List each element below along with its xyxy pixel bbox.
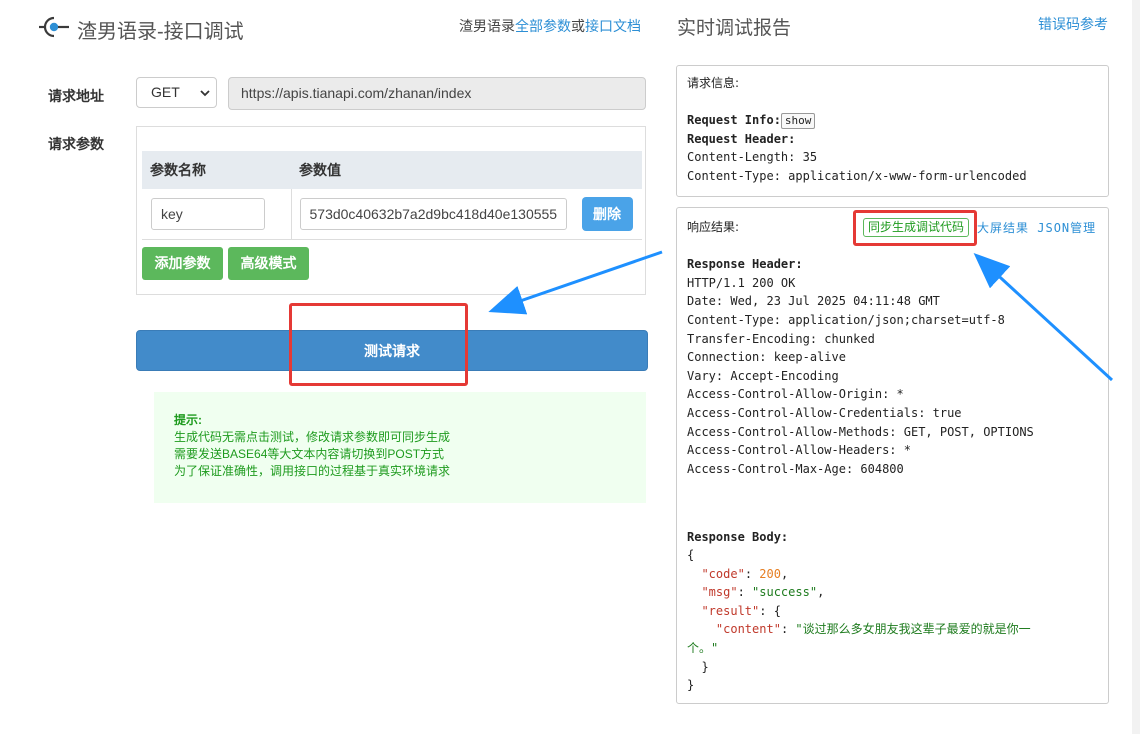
url-label: 请求地址 xyxy=(48,88,104,104)
tip-line: 需要发送BASE64等大文本内容请切换到POST方式 xyxy=(174,447,445,461)
delete-param-button[interactable]: 删除 xyxy=(581,196,633,231)
header-links: 渣男语录全部参数或接口文档 xyxy=(459,16,641,36)
tip-line: 为了保证准确性，调用接口的过程基于真实环境请求 xyxy=(174,464,451,478)
tips-title: 提示: xyxy=(174,413,202,427)
api-logo-icon xyxy=(39,16,69,38)
response-panel: 响应结果: 同步生成调试代码 大屏结果 JSON管理 Response Head… xyxy=(676,207,1109,704)
json-val-content: "谈过那么多女朋友我这辈子最爱的就是你一 xyxy=(795,622,1031,637)
api-doc-link[interactable]: 接口文档 xyxy=(585,18,641,34)
response-header-line: Access-Control-Max-Age: 604800 xyxy=(687,461,904,476)
request-header-line: Content-Length: 35 xyxy=(687,150,818,165)
error-codes-link[interactable]: 错误码参考 xyxy=(1038,14,1108,34)
response-header-line: Access-Control-Allow-Headers: * xyxy=(687,443,911,458)
method-select[interactable]: GET xyxy=(136,77,217,108)
chevron-down-icon xyxy=(200,90,210,97)
page-title: 渣男语录-接口调试 xyxy=(77,21,244,43)
header-links-prefix: 渣男语录 xyxy=(459,18,515,34)
response-header-line: Access-Control-Allow-Methods: GET, POST,… xyxy=(687,424,1034,439)
request-info-label: Request Info: xyxy=(687,113,781,128)
tip-line: 生成代码无需点击测试，修改请求参数即可同步生成 xyxy=(174,430,451,444)
tips-box: 提示: 生成代码无需点击测试，修改请求参数即可同步生成 需要发送BASE64等大… xyxy=(154,392,646,503)
response-tool-links: 大屏结果 JSON管理 xyxy=(977,219,1096,236)
params-label: 请求参数 xyxy=(48,136,104,152)
response-header-line: Date: Wed, 23 Jul 2025 04:11:48 GMT xyxy=(687,294,940,309)
json-val-content-wrap: 个。" xyxy=(687,641,719,656)
param-value-input[interactable]: 573d0c40632b7a2d9bc418d40e130555 xyxy=(299,197,567,230)
col-param-value: 参数值 xyxy=(291,151,642,189)
highlight-box-gencode xyxy=(853,210,977,246)
response-header-line: Access-Control-Allow-Credentials: true xyxy=(687,405,962,420)
response-header-line: Content-Type: application/json;charset=u… xyxy=(687,312,1005,327)
response-header-label: Response Header: xyxy=(687,257,803,272)
params-panel: 参数名称 参数值 key 573d0c40632b7a2d9bc418d40e1… xyxy=(136,126,646,295)
request-header-line: Content-Type: application/x-www-form-url… xyxy=(687,168,1027,183)
header-or-text: 或 xyxy=(571,18,585,34)
request-header-label: Request Header: xyxy=(687,131,796,146)
params-table: 参数名称 参数值 key 573d0c40632b7a2d9bc418d40e1… xyxy=(142,151,642,240)
report-title: 实时调试报告 xyxy=(677,18,792,39)
response-body-label: Response Body: xyxy=(687,529,789,544)
response-header-line: Vary: Accept-Encoding xyxy=(687,368,839,383)
window-scroll-edge xyxy=(1132,0,1140,734)
json-val-code: 200 xyxy=(759,566,781,581)
col-param-name: 参数名称 xyxy=(142,151,291,189)
json-key-code: "code" xyxy=(701,566,745,581)
all-params-link[interactable]: 全部参数 xyxy=(515,18,571,34)
response-header-line: Transfer-Encoding: chunked xyxy=(687,331,875,346)
url-input[interactable]: https://apis.tianapi.com/zhanan/index xyxy=(228,77,646,110)
json-inner-close: } xyxy=(701,659,709,674)
fullscreen-result-link[interactable]: 大屏结果 xyxy=(977,221,1029,235)
response-header-line: HTTP/1.1 200 OK xyxy=(687,275,796,290)
json-key-result: "result" xyxy=(701,603,760,618)
show-button[interactable]: show xyxy=(780,113,816,130)
json-key-content: "content" xyxy=(715,622,781,637)
json-manage-link[interactable]: JSON管理 xyxy=(1037,221,1096,235)
param-name-input[interactable]: key xyxy=(151,197,265,230)
method-value: GET xyxy=(151,84,180,100)
response-header-line: Access-Control-Allow-Origin: * xyxy=(687,387,904,402)
highlight-box-test xyxy=(289,303,468,386)
json-key-msg: "msg" xyxy=(701,585,738,600)
json-open-brace: { xyxy=(687,548,695,563)
request-info-panel: 请求信息: Request Info: show Request Header: … xyxy=(676,65,1109,197)
add-param-button[interactable]: 添加参数 xyxy=(142,247,223,280)
response-header-line: Connection: keep-alive xyxy=(687,350,846,365)
table-row: key 573d0c40632b7a2d9bc418d40e130555 删除 xyxy=(142,189,642,240)
request-section-title: 请求信息: xyxy=(687,76,740,90)
advanced-mode-button[interactable]: 高级模式 xyxy=(228,247,309,280)
json-val-msg: "success" xyxy=(752,585,818,600)
json-close-brace: } xyxy=(687,678,695,693)
